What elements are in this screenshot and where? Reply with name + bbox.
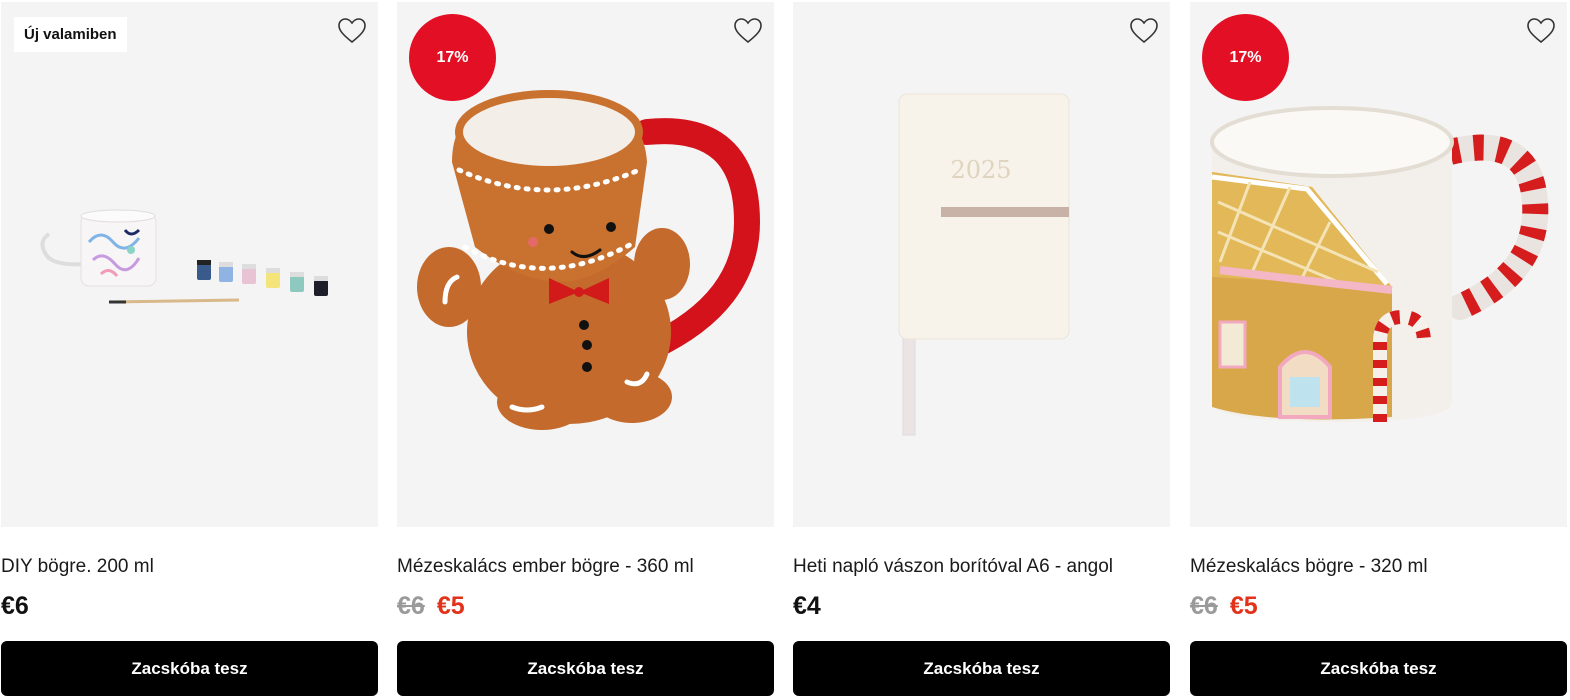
price-block: €4 bbox=[793, 592, 821, 621]
new-badge: Új valamiben bbox=[14, 17, 127, 52]
product-image[interactable]: 2025 bbox=[793, 2, 1170, 527]
product-image[interactable]: 17% bbox=[397, 2, 774, 527]
product-image[interactable]: Új valamiben bbox=[1, 2, 378, 527]
product-card: 17% Mézeskalács ember bögre - 360 ml €6 €… bbox=[397, 0, 774, 700]
price: €6 bbox=[1, 592, 29, 620]
price-block: €6 €5 bbox=[397, 592, 465, 621]
old-price: €6 bbox=[1190, 592, 1218, 620]
product-title[interactable]: Mézeskalács ember bögre - 360 ml bbox=[397, 556, 694, 578]
sale-price: €5 bbox=[1229, 592, 1258, 620]
sale-price: €5 bbox=[436, 592, 465, 620]
heart-icon[interactable] bbox=[734, 18, 762, 44]
old-price: €6 bbox=[397, 592, 425, 620]
add-to-bag-button[interactable]: Zacskóba tesz bbox=[1190, 641, 1567, 696]
weekly-planner-image: 2025 bbox=[898, 93, 1070, 436]
product-card: Új valamiben DIY bögre. 200 ml €6 Zacskó… bbox=[1, 0, 378, 700]
add-to-bag-button[interactable]: Zacskóba tesz bbox=[1, 641, 378, 696]
product-title[interactable]: DIY bögre. 200 ml bbox=[1, 556, 154, 578]
product-title[interactable]: Heti napló vászon borítóval A6 - angol bbox=[793, 556, 1113, 578]
product-card: 17% Mézeskalács bögre - 320 ml €6 €5 Zacs… bbox=[1190, 0, 1567, 700]
planner-year-text: 2025 bbox=[950, 156, 1011, 184]
diy-mug-kit-image bbox=[40, 209, 328, 304]
discount-badge: 17% bbox=[409, 14, 496, 101]
product-card: 2025 Heti napló vászon borítóval A6 - an… bbox=[793, 0, 1170, 700]
product-grid: Új valamiben DIY bögre. 200 ml €6 Zacskó… bbox=[0, 0, 1570, 700]
heart-icon[interactable] bbox=[1130, 18, 1158, 44]
price: €4 bbox=[793, 592, 821, 620]
price-block: €6 €5 bbox=[1190, 592, 1258, 621]
product-image[interactable]: 17% bbox=[1190, 2, 1567, 527]
price-block: €6 bbox=[1, 592, 29, 621]
discount-badge: 17% bbox=[1202, 14, 1289, 101]
heart-icon[interactable] bbox=[1527, 18, 1555, 44]
heart-icon[interactable] bbox=[338, 18, 366, 44]
add-to-bag-button[interactable]: Zacskóba tesz bbox=[397, 641, 774, 696]
product-title[interactable]: Mézeskalács bögre - 320 ml bbox=[1190, 556, 1428, 578]
add-to-bag-button[interactable]: Zacskóba tesz bbox=[793, 641, 1170, 696]
